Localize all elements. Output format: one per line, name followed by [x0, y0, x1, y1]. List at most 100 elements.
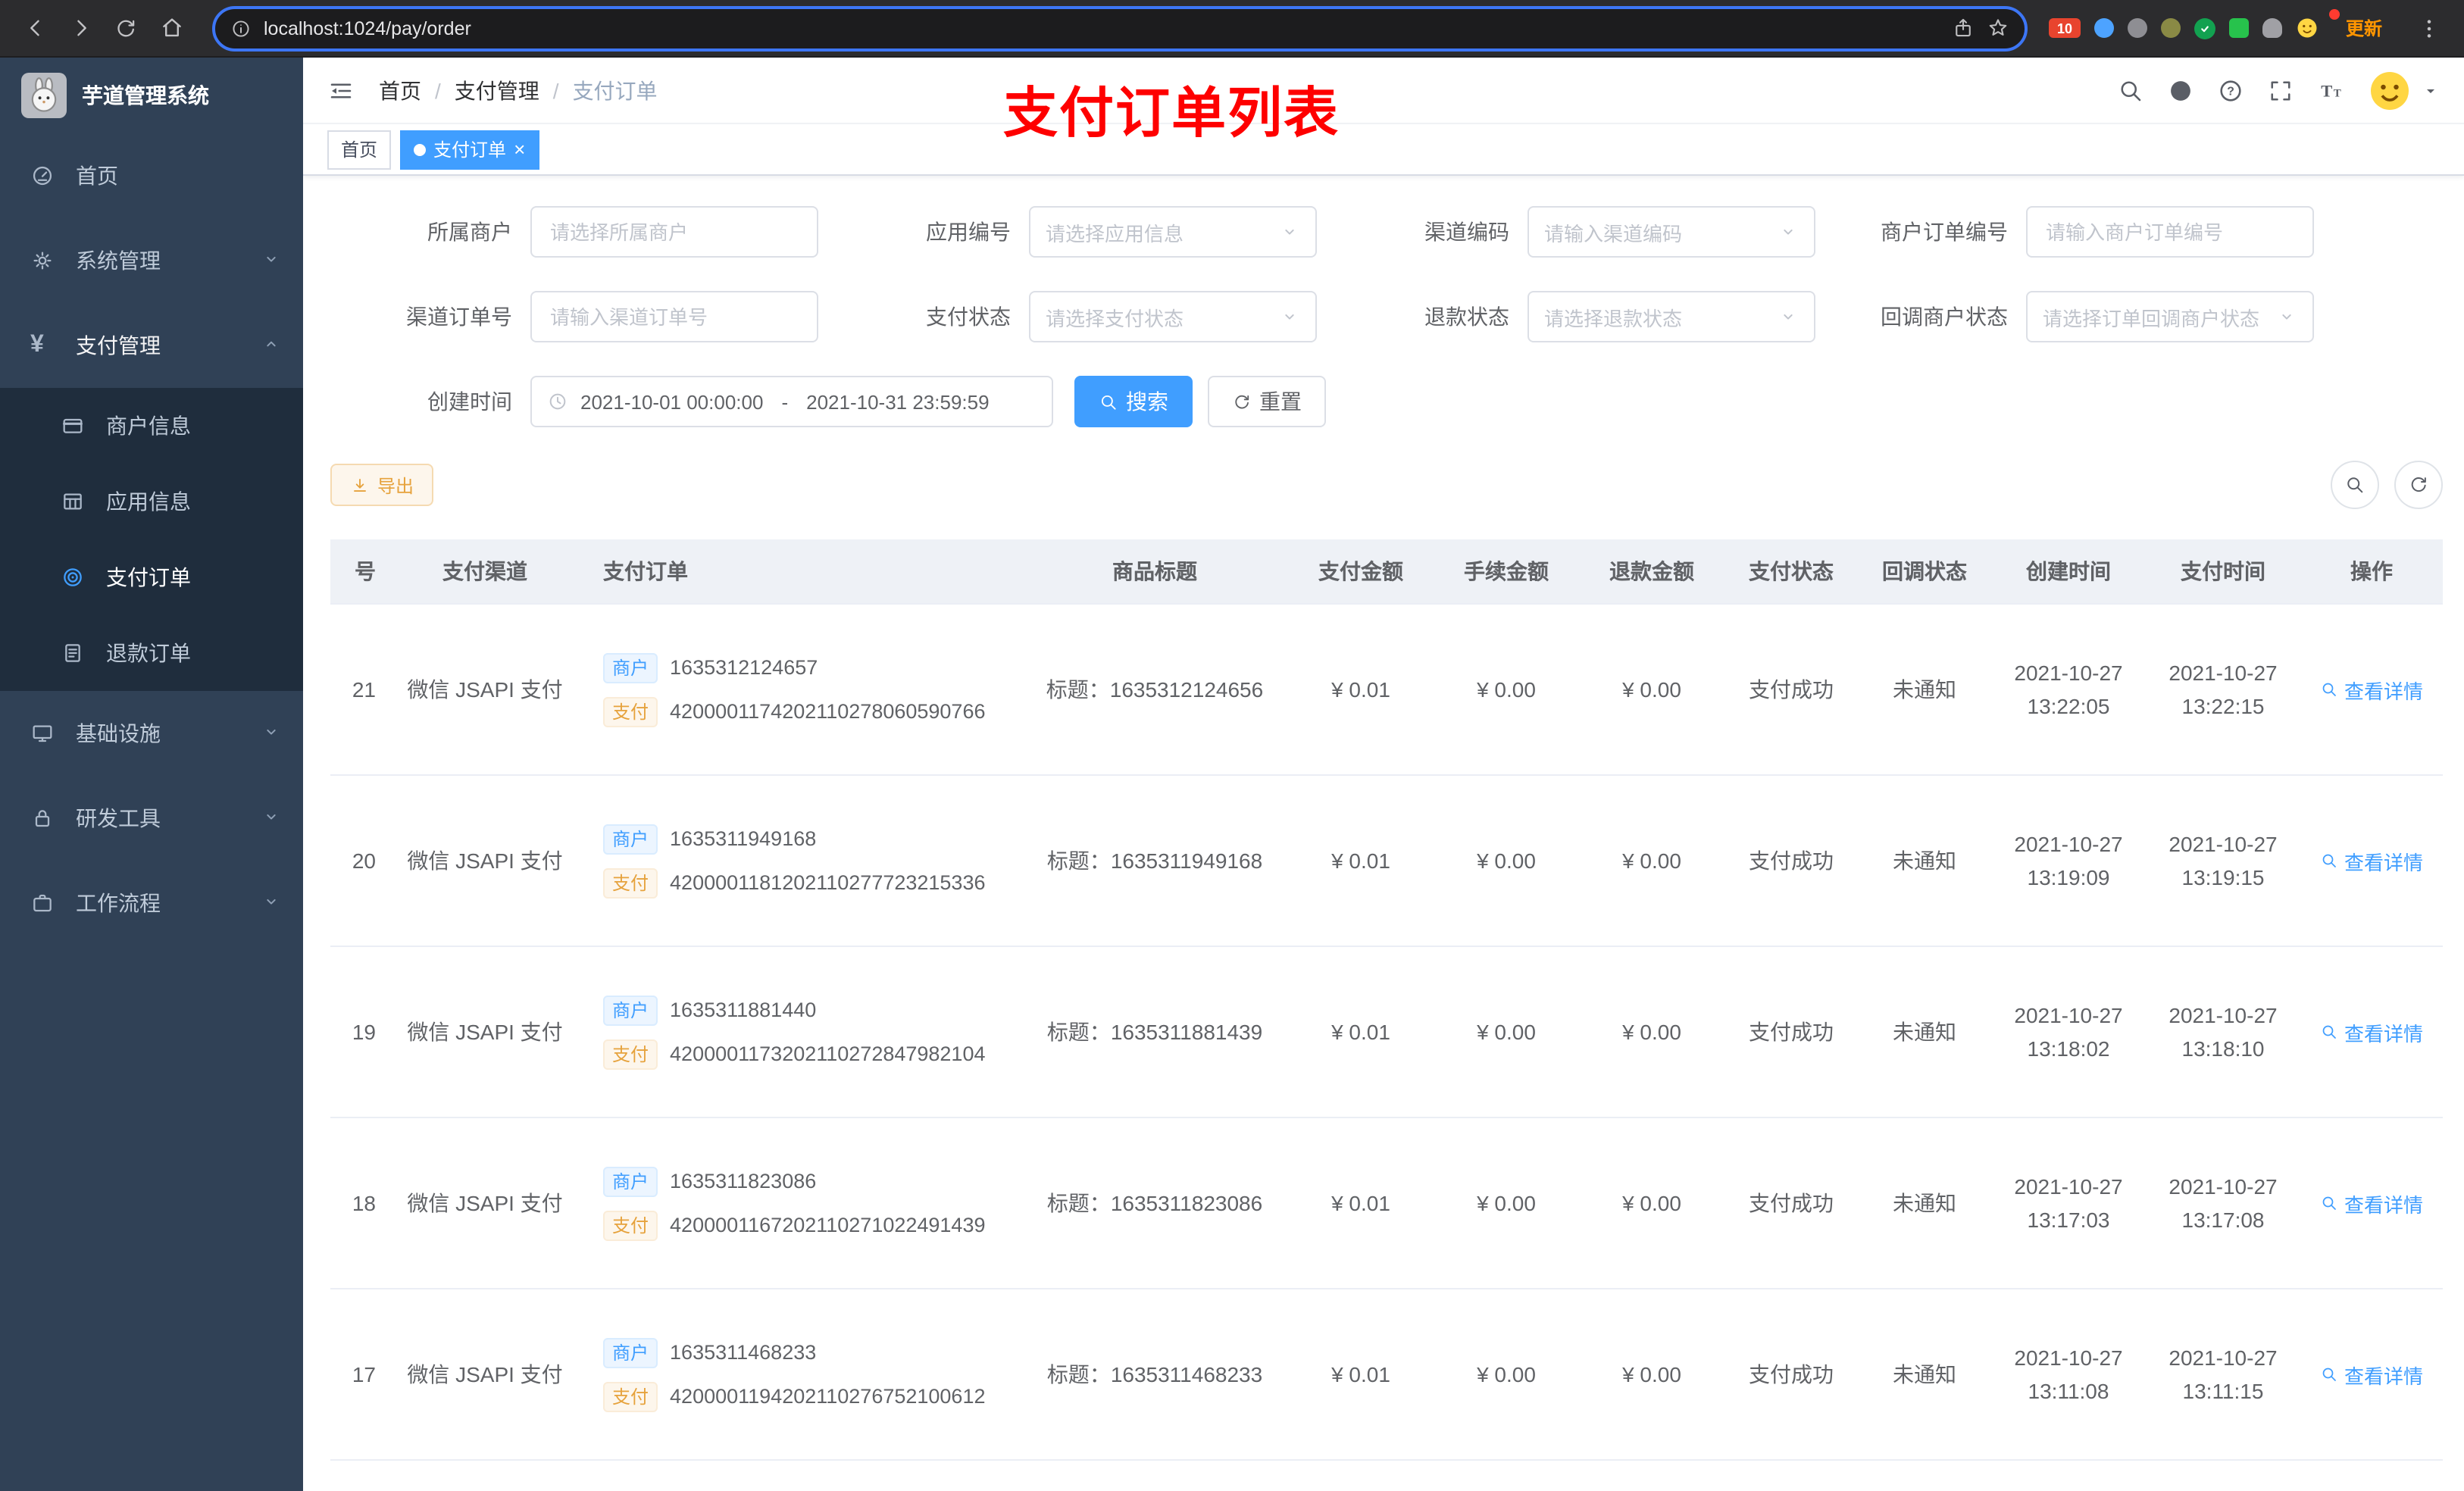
tags-view-bar: 首页 支付订单 ×	[303, 124, 2464, 176]
merchant-order-no: 1635312124657	[670, 656, 818, 679]
browser-back-button[interactable]	[15, 8, 55, 48]
browser-reload-button[interactable]	[106, 8, 145, 48]
refresh-table-button[interactable]	[2394, 461, 2443, 509]
merchant-tag: 商户	[603, 1166, 658, 1196]
refund-status-select[interactable]: 请选择退款状态	[1527, 291, 1815, 342]
search-icon	[2320, 1365, 2338, 1383]
active-tab-dot	[414, 143, 427, 155]
site-info-icon[interactable]	[230, 17, 252, 39]
channel-code-select[interactable]: 请输入渠道编码	[1527, 206, 1815, 258]
pay-time: 2021-10-27 13:17:08	[2169, 1174, 2278, 1232]
ext-icon-green-chat[interactable]	[2228, 18, 2249, 38]
sidebar-item-infrastructure[interactable]: 基础设施	[0, 691, 303, 776]
merchant-tag: 商户	[603, 652, 658, 683]
sidebar-item-dev-tools[interactable]: 研发工具	[0, 776, 303, 861]
chevron-up-icon	[261, 333, 282, 358]
pay-amount: ¥ 0.01	[1331, 849, 1390, 873]
order-id: 20	[352, 849, 376, 873]
merchant-order-no: 1635311823086	[670, 1170, 817, 1192]
app-select[interactable]: 请选择应用信息	[1029, 206, 1317, 258]
sidebar-item-system[interactable]: 系统管理	[0, 218, 303, 303]
reset-button[interactable]: 重置	[1208, 376, 1326, 427]
create-time-range-picker[interactable]: 2021-10-01 00:00:00 - 2021-10-31 23:59:5…	[530, 376, 1053, 427]
sidebar-item-workflow[interactable]: 工作流程	[0, 861, 303, 946]
search-icon[interactable]	[2117, 77, 2144, 104]
application-window: localhost:1024/pay/order 10 更新 芋道管理系统 首页	[0, 0, 2464, 1491]
view-detail-link[interactable]: 查看详情	[2320, 1360, 2423, 1389]
merchant-order-line: 商户 1635311468233	[603, 1337, 816, 1368]
sidebar-item-home[interactable]: 首页	[0, 133, 303, 218]
fullscreen-icon[interactable]	[2267, 77, 2294, 104]
merchant-input[interactable]	[547, 219, 802, 245]
share-icon[interactable]	[1952, 17, 1975, 39]
breadcrumb-section[interactable]: 支付管理	[455, 75, 539, 105]
clock-icon	[547, 391, 568, 412]
address-bar[interactable]: localhost:1024/pay/order	[212, 5, 2028, 51]
view-detail-link[interactable]: 查看详情	[2320, 1189, 2423, 1217]
search-button[interactable]: 搜索	[1074, 376, 1193, 427]
merchant-order-line: 商户 1635311823086	[603, 1166, 816, 1196]
order-id: 19	[352, 1020, 376, 1044]
app-logo[interactable]: 芋道管理系统	[0, 58, 303, 133]
browser-home-button[interactable]	[152, 8, 191, 48]
bookmark-star-icon[interactable]	[1987, 17, 2009, 39]
merchant-order-no-input[interactable]	[2043, 219, 2297, 245]
action-cell: 查看详情	[2300, 776, 2443, 946]
channel-order-no-input[interactable]	[547, 304, 802, 330]
breadcrumb-home[interactable]: 首页	[379, 75, 421, 105]
sidebar-item-pay-order[interactable]: 支付订单	[0, 539, 303, 615]
page-content: 所属商户 应用编号 请选择应用信息 渠道编码 请输入渠道编码 商户订单编号	[303, 176, 2464, 1491]
view-detail-link[interactable]: 查看详情	[2320, 1017, 2423, 1046]
channel-order-no: 4200001174202110278060590766	[670, 700, 986, 723]
toggle-search-button[interactable]	[2331, 461, 2379, 509]
logo-rabbit-icon	[21, 73, 67, 118]
table-row: 20 微信 JSAPI 支付 商户 1635311949168 支付 42000…	[330, 776, 2443, 947]
github-icon[interactable]	[2167, 77, 2194, 104]
table-row: 18 微信 JSAPI 支付 商户 1635311823086 支付 42000…	[330, 1118, 2443, 1289]
view-detail-link[interactable]: 查看详情	[2320, 846, 2423, 875]
refund-amount	[1579, 1461, 1724, 1491]
channel-order-no: 4200001181202110277723215336	[670, 871, 986, 894]
browser-forward-button[interactable]	[61, 8, 100, 48]
user-avatar[interactable]	[2367, 67, 2440, 113]
col-pay-order: 支付订单	[603, 559, 688, 583]
pay-status-select[interactable]: 请选择支付状态	[1029, 291, 1317, 342]
ext-icon-green-check[interactable]	[2194, 17, 2215, 39]
pay-amount	[1288, 1461, 1434, 1491]
main-area: 首页 / 支付管理 / 支付订单 支付订单列表 首页 支付订单 × 所属商户 请…	[303, 58, 2464, 1491]
view-detail-link[interactable]: 查看详情	[2320, 675, 2423, 704]
export-button[interactable]: 导出	[330, 464, 434, 506]
pay-time	[2146, 1461, 2300, 1491]
chevron-down-icon	[1279, 306, 1300, 327]
close-icon[interactable]: ×	[514, 139, 525, 159]
sidebar-item-merchant-info[interactable]: 商户信息	[0, 388, 303, 464]
update-button[interactable]: 更新	[2328, 9, 2396, 47]
tab-pay-order[interactable]: 支付订单 ×	[400, 130, 539, 169]
create-time	[1991, 1461, 2146, 1491]
font-size-icon[interactable]	[2317, 77, 2344, 104]
browser-menu-icon[interactable]	[2409, 8, 2449, 48]
notify-status-select[interactable]: 请选择订单回调商户状态	[2026, 291, 2314, 342]
document-icon	[61, 641, 85, 665]
payment-submenu: 商户信息 应用信息 支付订单 退款订单	[0, 388, 303, 691]
sidebar-item-refund-order[interactable]: 退款订单	[0, 615, 303, 691]
profile-avatar-icon[interactable]	[2296, 17, 2319, 39]
ext-icon-puzzle[interactable]	[2262, 18, 2282, 38]
table-header-row: 号 支付渠道 支付订单 商品标题 支付金额 手续金额 退款金额 支付状态 回调状…	[330, 539, 2443, 605]
ext-icon-red-badge[interactable]: 10	[2048, 18, 2081, 38]
sidebar-item-app-info[interactable]: 应用信息	[0, 464, 303, 539]
merchant-order-no: 1635311949168	[670, 827, 817, 850]
pay-channel: 微信 JSAPI 支付	[407, 1362, 563, 1386]
fee-amount: ¥ 0.00	[1477, 849, 1536, 873]
tab-home[interactable]: 首页	[327, 130, 392, 169]
refund-amount: ¥ 0.00	[1622, 849, 1681, 873]
sidebar-fold-icon[interactable]	[327, 77, 355, 104]
channel-order-no: 4200001194202110276752100612	[670, 1385, 986, 1408]
ext-icon-olive[interactable]	[2160, 18, 2181, 38]
help-icon[interactable]	[2217, 77, 2244, 104]
sidebar-item-payment[interactable]: ¥ 支付管理	[0, 303, 303, 388]
pay-status: 支付成功	[1749, 677, 1834, 702]
filter-notify-status: 回调商户状态 请选择订单回调商户状态	[1826, 291, 2314, 342]
ext-icon-gray[interactable]	[2127, 18, 2147, 38]
ext-icon-blue[interactable]	[2093, 18, 2114, 38]
